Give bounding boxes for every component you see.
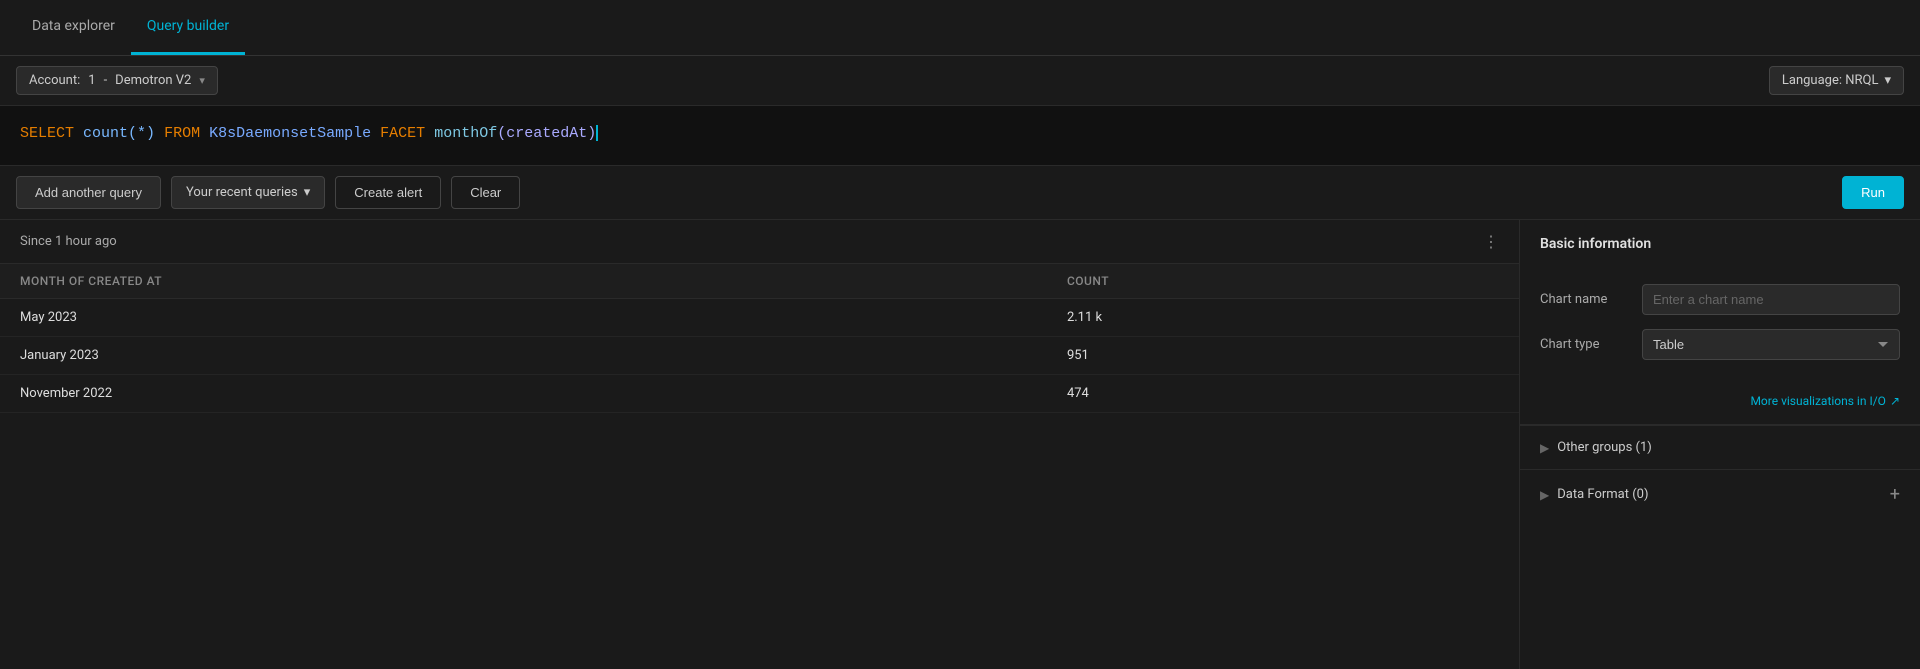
other-groups-chevron-icon: ▶ [1540, 441, 1549, 455]
chart-name-row: Chart name [1540, 284, 1900, 315]
chart-name-input[interactable] [1642, 284, 1900, 315]
more-visualizations-label: More visualizations in I/O [1750, 394, 1885, 408]
data-format-chevron-icon: ▶ [1540, 488, 1549, 502]
chart-name-label: Chart name [1540, 292, 1630, 307]
other-groups-row[interactable]: ▶ Other groups (1) [1520, 425, 1920, 469]
table-cell-month: November 2022 [0, 375, 1047, 413]
account-name: Demotron V2 [115, 73, 191, 88]
query-select-keyword: SELECT [20, 125, 74, 142]
clear-button[interactable]: Clear [451, 176, 520, 209]
create-alert-label: Create alert [354, 185, 422, 200]
query-from-keyword: FROM [164, 125, 200, 142]
table-cell-count: 2.11 k [1047, 299, 1519, 337]
table-cell-count: 951 [1047, 337, 1519, 375]
data-format-label: Data Format (0) [1557, 487, 1648, 502]
results-menu-icon[interactable]: ⋮ [1483, 232, 1499, 251]
results-title: Since 1 hour ago [20, 234, 117, 249]
query-monthof-args: (createdAt) [497, 125, 596, 142]
basic-info-form: Chart name Chart type Table [1520, 268, 1920, 390]
query-table-name: K8sDaemonsetSample [209, 125, 371, 142]
recent-queries-chevron-icon: ▾ [304, 185, 311, 200]
account-chevron-icon: ▾ [199, 74, 205, 87]
more-visualizations-link[interactable]: More visualizations in I/O ↗ [1520, 390, 1920, 424]
query-editor[interactable]: SELECT count(*) FROM K8sDaemonsetSample … [0, 106, 1920, 166]
nav-query-builder-label: Query builder [147, 18, 229, 34]
recent-queries-button[interactable]: Your recent queries ▾ [171, 176, 325, 209]
chart-type-select[interactable]: Table [1642, 329, 1900, 360]
account-selector[interactable]: Account: 1 - Demotron V2 ▾ [16, 66, 218, 95]
table-col-count: Count [1047, 264, 1519, 299]
chart-type-label: Chart type [1540, 337, 1630, 352]
chart-type-row: Chart type Table [1540, 329, 1900, 360]
add-data-format-icon[interactable]: + [1890, 484, 1900, 505]
cursor [596, 125, 598, 141]
top-nav: Data explorer Query builder [0, 0, 1920, 56]
query-count-keyword: count [83, 125, 128, 142]
account-label: Account: [29, 73, 80, 88]
add-query-label: Add another query [35, 185, 142, 200]
table-body: May 20232.11 kJanuary 2023951November 20… [0, 299, 1519, 413]
basic-info-section: Basic information Chart name Chart type … [1520, 220, 1920, 425]
run-button[interactable]: Run [1842, 176, 1904, 209]
query-count-args: (*) [128, 125, 155, 142]
table-cell-month: May 2023 [0, 299, 1047, 337]
toolbar: Add another query Your recent queries ▾ … [0, 166, 1920, 220]
query-monthof-keyword: monthOf [434, 125, 497, 142]
main-content: Since 1 hour ago ⋮ Month Of Created At C… [0, 220, 1920, 669]
table-col-month: Month Of Created At [0, 264, 1047, 299]
table-row: November 2022474 [0, 375, 1519, 413]
external-link-icon: ↗ [1890, 394, 1900, 408]
nav-data-explorer[interactable]: Data explorer [16, 0, 131, 55]
table-row: May 20232.11 k [0, 299, 1519, 337]
nav-query-builder[interactable]: Query builder [131, 0, 245, 55]
query-facet-keyword: FACET [380, 125, 425, 142]
clear-label: Clear [470, 185, 501, 200]
nav-data-explorer-label: Data explorer [32, 18, 115, 34]
table-cell-count: 474 [1047, 375, 1519, 413]
recent-queries-label: Your recent queries [186, 185, 298, 200]
language-label: Language: NRQL [1782, 73, 1879, 88]
basic-info-title: Basic information [1520, 220, 1920, 268]
data-table: Month Of Created At Count May 20232.11 k… [0, 264, 1519, 413]
right-panel: Basic information Chart name Chart type … [1520, 220, 1920, 669]
results-header: Since 1 hour ago ⋮ [0, 220, 1519, 264]
other-groups-title: ▶ Other groups (1) [1540, 440, 1652, 455]
data-format-row[interactable]: ▶ Data Format (0) + [1520, 469, 1920, 519]
account-separator: - [104, 73, 108, 88]
language-chevron-icon: ▾ [1884, 73, 1891, 88]
run-label: Run [1861, 185, 1885, 200]
table-header-row: Month Of Created At Count [0, 264, 1519, 299]
other-groups-label: Other groups (1) [1557, 440, 1652, 455]
language-selector[interactable]: Language: NRQL ▾ [1769, 66, 1904, 95]
data-format-title: ▶ Data Format (0) [1540, 487, 1649, 502]
account-id: 1 [88, 73, 95, 88]
table-row: January 2023951 [0, 337, 1519, 375]
create-alert-button[interactable]: Create alert [335, 176, 441, 209]
add-query-button[interactable]: Add another query [16, 176, 161, 209]
results-panel: Since 1 hour ago ⋮ Month Of Created At C… [0, 220, 1520, 669]
table-cell-month: January 2023 [0, 337, 1047, 375]
account-bar: Account: 1 - Demotron V2 ▾ Language: NRQ… [0, 56, 1920, 106]
table-header: Month Of Created At Count [0, 264, 1519, 299]
